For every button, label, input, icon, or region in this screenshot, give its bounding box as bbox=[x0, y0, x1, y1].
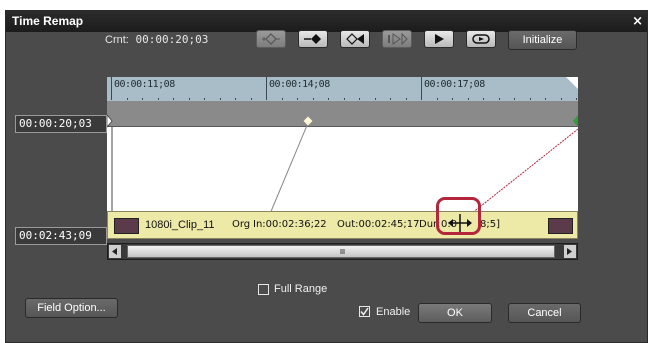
clip-name: 1080i_Clip_11 bbox=[145, 219, 215, 231]
delete-keyframe-icon bbox=[304, 34, 321, 44]
ruler-minor-tick bbox=[545, 98, 546, 100]
ruler-minor-tick bbox=[375, 98, 376, 100]
scroll-right-button[interactable] bbox=[564, 245, 576, 258]
ruler-label: 00:00:17;08 bbox=[424, 79, 485, 90]
clip-thumbnail-out bbox=[548, 218, 573, 234]
ruler-minor-tick bbox=[468, 98, 469, 100]
ok-button[interactable]: OK bbox=[418, 303, 492, 323]
ruler-minor-tick bbox=[173, 98, 174, 100]
play-button[interactable] bbox=[424, 30, 454, 48]
ruler-minor-tick bbox=[483, 98, 484, 100]
enable-label: Enable bbox=[376, 306, 411, 318]
keyframe-start-marker bbox=[107, 114, 113, 128]
keyframe-marker bbox=[302, 115, 314, 127]
loop-button[interactable] bbox=[466, 30, 496, 48]
close-icon[interactable]: × bbox=[632, 11, 643, 32]
current-timecode-display: Crnt: 00:00:20;03 bbox=[105, 33, 208, 46]
ruler-minor-tick bbox=[530, 98, 531, 100]
title-bar: Time Remap × bbox=[6, 11, 647, 32]
ruler-minor-tick bbox=[220, 98, 221, 100]
ruler-end-marker bbox=[566, 77, 578, 89]
play-icon bbox=[435, 34, 444, 44]
ruler-label: 00:00:11;08 bbox=[114, 79, 175, 90]
arrow-left-icon bbox=[112, 248, 117, 255]
ruler-minor-tick bbox=[561, 98, 562, 100]
ruler-minor-tick bbox=[390, 98, 391, 100]
scroll-thumb[interactable] bbox=[127, 245, 555, 258]
ruler-minor-tick bbox=[406, 98, 407, 100]
enable-checkbox[interactable] bbox=[359, 306, 370, 317]
add-keyframe-icon bbox=[262, 33, 280, 45]
ruler-minor-tick bbox=[127, 98, 128, 100]
source-timecode-box[interactable]: 00:02:43;09 bbox=[15, 227, 107, 245]
playhead-timecode-box[interactable]: 00:00:20;03 bbox=[15, 115, 107, 133]
field-option-button[interactable]: Field Option... bbox=[25, 298, 118, 318]
keyframe-markers bbox=[107, 114, 578, 128]
next-keyframe-icon bbox=[388, 33, 408, 45]
ruler-minor-tick bbox=[235, 98, 236, 100]
full-range-label: Full Range bbox=[274, 283, 328, 295]
clip-thumbnail-in bbox=[114, 218, 139, 234]
ruler-minor-tick bbox=[297, 98, 298, 100]
ruler-minor-tick bbox=[158, 98, 159, 100]
cancel-button[interactable]: Cancel bbox=[508, 303, 581, 323]
ruler-minor-tick bbox=[514, 98, 515, 100]
ruler-label: 00:00:14;08 bbox=[269, 79, 330, 90]
next-keyframe-button[interactable] bbox=[382, 30, 412, 48]
previous-keyframe-icon bbox=[346, 33, 364, 45]
ruler-minor-tick bbox=[328, 98, 329, 100]
time-ruler[interactable]: 00:00:11;08 00:00:14;08 00:00:17;08 bbox=[107, 77, 578, 101]
ruler-minor-tick bbox=[437, 98, 438, 100]
ruler-minor-tick bbox=[266, 98, 267, 100]
ruler-minor-tick bbox=[359, 98, 360, 100]
full-range-checkbox[interactable] bbox=[258, 284, 269, 295]
clip-org-label: Org bbox=[232, 219, 251, 230]
checkmark-icon bbox=[360, 307, 369, 316]
ruler-minor-tick bbox=[189, 98, 190, 100]
ruler-minor-tick bbox=[344, 98, 345, 100]
timeline-scrollbar[interactable] bbox=[107, 243, 578, 260]
initialize-button[interactable]: Initialize bbox=[508, 30, 577, 50]
ruler-major-tick bbox=[421, 77, 422, 100]
delete-keyframe-button[interactable] bbox=[298, 30, 328, 48]
ruler-minor-tick bbox=[204, 98, 205, 100]
loop-icon bbox=[472, 34, 490, 44]
ruler-minor-tick bbox=[576, 98, 577, 100]
add-keyframe-button[interactable] bbox=[256, 30, 286, 48]
ruler-minor-tick bbox=[499, 98, 500, 100]
previous-keyframe-button[interactable] bbox=[340, 30, 370, 48]
dialog-title: Time Remap bbox=[12, 14, 84, 28]
current-label: Crnt: bbox=[105, 34, 129, 46]
scroll-left-button[interactable] bbox=[109, 245, 121, 258]
keyframe-end-marker bbox=[573, 115, 578, 127]
grip-icon bbox=[340, 249, 345, 254]
clip-dur-tail: 8;5] bbox=[480, 219, 500, 230]
ruler-minor-tick bbox=[452, 98, 453, 100]
current-timecode: 00:00:20;03 bbox=[135, 33, 209, 46]
ruler-major-tick bbox=[266, 77, 267, 100]
clip-out-label: Out:00:02:45;17 bbox=[337, 219, 420, 230]
clip-bar[interactable]: 1080i_Clip_11 Org In:00:02:36;22 Out:00:… bbox=[107, 211, 578, 239]
arrow-right-icon bbox=[567, 248, 572, 255]
ruler-major-tick bbox=[111, 77, 112, 100]
clip-in-label: In:00:02:36;22 bbox=[253, 219, 327, 230]
ruler-minor-tick bbox=[142, 98, 143, 100]
ruler-minor-tick bbox=[282, 98, 283, 100]
remap-curve-segment bbox=[266, 122, 309, 222]
highlight-ring bbox=[436, 197, 481, 235]
ruler-minor-tick bbox=[111, 98, 112, 100]
ruler-minor-tick bbox=[313, 98, 314, 100]
ruler-minor-tick bbox=[421, 98, 422, 100]
ruler-minor-tick bbox=[251, 98, 252, 100]
